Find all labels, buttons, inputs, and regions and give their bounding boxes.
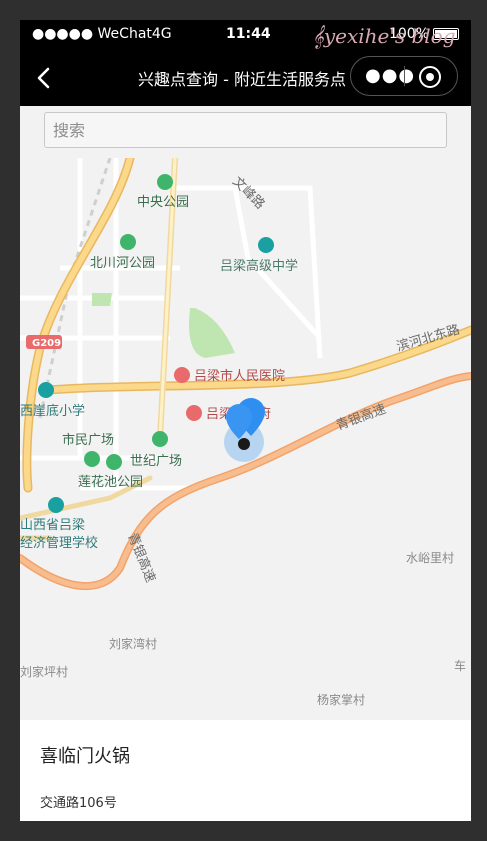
target-icon[interactable] <box>419 66 441 88</box>
mini-program-capsule: ●●● <box>350 56 458 96</box>
label-jiaping: 刘家坪村 <box>20 664 68 679</box>
navigation-bar: 兴趣点查询 - 附近生活服务点 ●●● <box>20 50 471 106</box>
park-icon[interactable] <box>157 174 173 190</box>
park-area-small <box>92 293 112 306</box>
label-zhongyang-park: 中央公园 <box>137 195 189 210</box>
place-address: 交通路106号 <box>40 796 117 811</box>
label-primary-school: 西崖底小学 <box>20 403 85 419</box>
school-icon[interactable] <box>258 237 274 253</box>
hospital-icon[interactable] <box>174 367 190 383</box>
label-che: 车 <box>454 658 466 673</box>
map-canvas[interactable]: 中央公园 北川河公园 吕梁高级中学 吕梁市人民医院 吕梁市政府 西崖底小学 市民… <box>20 158 471 720</box>
clock: 11:44 <box>226 26 271 42</box>
park-icon[interactable] <box>84 451 100 467</box>
label-g209: G209 <box>32 338 61 349</box>
capsule-divider <box>404 66 405 86</box>
label-hospital: 吕梁市人民医院 <box>194 368 285 384</box>
more-icon[interactable]: ●●● <box>365 65 415 86</box>
school-icon[interactable] <box>48 497 64 513</box>
map-view[interactable]: 中央公园 北川河公园 吕梁高级中学 吕梁市人民医院 吕梁市政府 西崖底小学 市民… <box>20 158 471 720</box>
government-icon[interactable] <box>186 405 202 421</box>
watermark-text: yexihe's blog <box>323 24 456 48</box>
label-shuiyu: 水峪里村 <box>406 551 454 565</box>
blog-watermark: 𝄞yexihe's blog <box>312 24 456 48</box>
location-marker[interactable] <box>224 398 265 462</box>
school-icon[interactable] <box>38 382 54 398</box>
label-high-school: 吕梁高级中学 <box>220 258 298 274</box>
park-icon[interactable] <box>120 234 136 250</box>
chevron-left-icon[interactable] <box>34 66 54 90</box>
phone-screen: ●●●●● WeChat4G 11:44 100% 𝄞yexihe's blog… <box>20 20 471 821</box>
search-input[interactable] <box>44 112 447 148</box>
label-school-line1: 山西省吕梁 <box>20 518 85 533</box>
label-liujiawan: 刘家湾村 <box>109 636 157 651</box>
watermark-clef-icon: 𝄞 <box>312 24 324 48</box>
park-icon[interactable] <box>152 431 168 447</box>
label-yangjiazhang: 杨家掌村 <box>317 692 365 707</box>
page-title: 兴趣点查询 - 附近生活服务点 <box>138 70 346 89</box>
label-beichuan-park: 北川河公园 <box>90 256 155 271</box>
place-name: 喜临门火锅 <box>40 746 130 767</box>
place-info-panel[interactable]: 喜临门火锅 交通路106号 <box>20 720 471 821</box>
carrier-label: ●●●●● WeChat4G <box>32 26 172 42</box>
park-icon[interactable] <box>106 454 122 470</box>
label-shiji-square: 世纪广场 <box>130 454 182 469</box>
label-shimin-square: 市民广场 <box>62 432 114 448</box>
location-dot <box>238 438 250 450</box>
label-school-line2: 经济管理学校 <box>20 535 98 551</box>
label-lianhuachi-park: 莲花池公园 <box>78 474 143 490</box>
status-bar: ●●●●● WeChat4G 11:44 100% 𝄞yexihe's blog <box>20 20 471 50</box>
search-bar <box>20 106 471 158</box>
